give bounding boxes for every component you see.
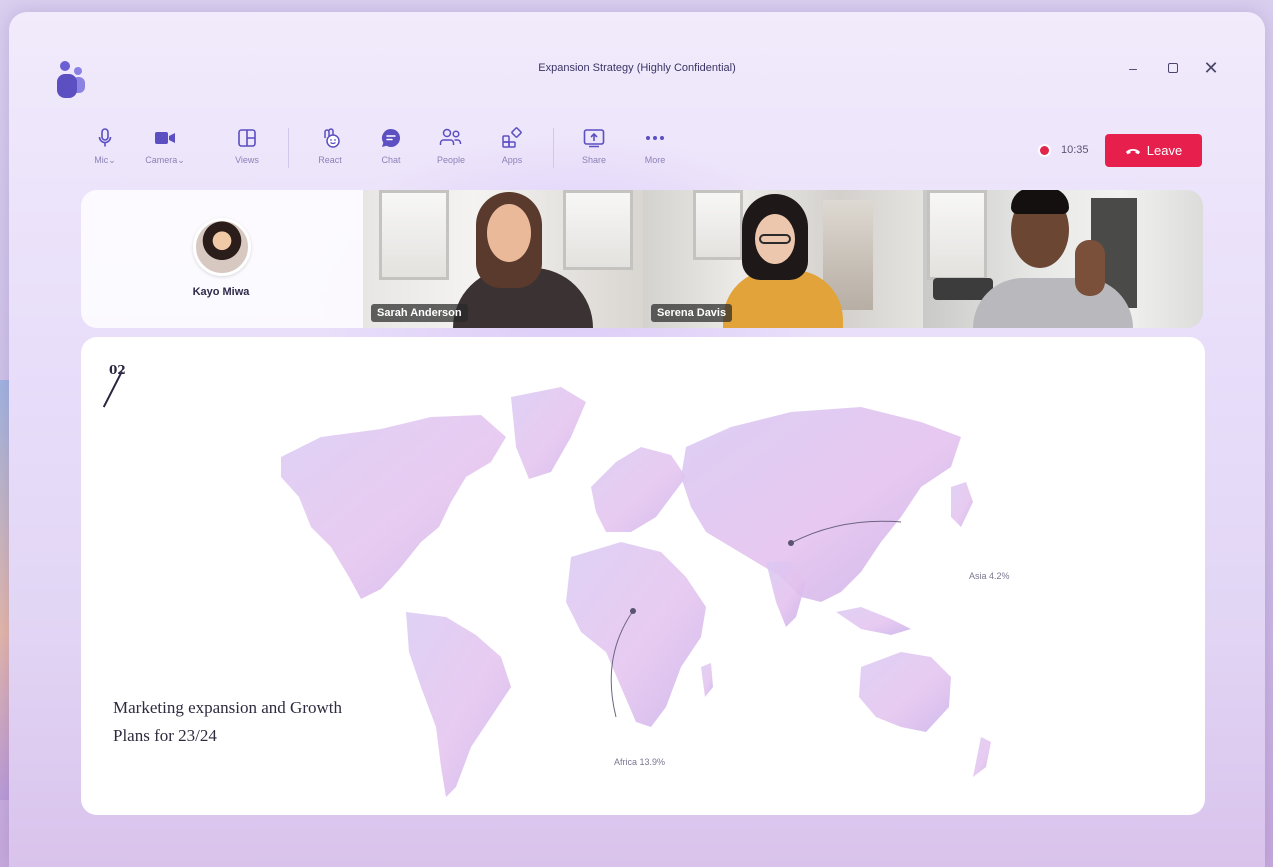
close-button[interactable]: ✕ [1198, 58, 1224, 78]
map-southeast-asia [836, 607, 911, 635]
react-button[interactable]: React [302, 126, 358, 165]
share-label: Share [581, 155, 607, 165]
chevron-down-icon: ⌄ [177, 155, 185, 165]
toolbar-divider [288, 128, 289, 168]
waving-hand-icon [1075, 240, 1105, 296]
minimize-button[interactable]: – [1120, 58, 1146, 78]
chat-label: Chat [381, 155, 401, 165]
leave-button[interactable]: Leave [1105, 134, 1202, 167]
self-participant-tile[interactable]: Kayo Miwa [81, 190, 371, 328]
africa-marker [630, 608, 636, 614]
meeting-timer: 10:35 [1061, 144, 1089, 156]
hang-up-icon [1125, 148, 1140, 154]
maximize-button[interactable] [1160, 58, 1186, 78]
meeting-window: Expansion Strategy (Highly Confidential)… [9, 12, 1265, 867]
views-icon [234, 126, 260, 150]
map-north-america [281, 415, 506, 599]
background-window [563, 190, 633, 270]
participant-body [973, 278, 1133, 328]
mic-button[interactable]: Mic⌄ [77, 126, 133, 166]
map-australia [859, 652, 951, 732]
views-label: Views [235, 155, 259, 165]
background-window [379, 190, 449, 280]
participant-name-tag: Sarah Anderson [371, 304, 468, 322]
camera-icon [152, 126, 178, 150]
map-japan [951, 482, 973, 527]
chat-icon [378, 126, 404, 150]
slide-number: 02 [109, 363, 126, 377]
more-button[interactable]: More [627, 126, 683, 165]
react-label: React [318, 155, 342, 165]
more-icon [642, 126, 668, 150]
asia-marker [788, 540, 794, 546]
react-icon [317, 126, 343, 150]
background-window [927, 190, 987, 280]
more-label: More [644, 155, 666, 165]
map-greenland [511, 387, 586, 479]
camera-button[interactable]: Camera⌄ [137, 126, 193, 166]
recording-indicator-icon [1040, 146, 1049, 155]
avatar [193, 218, 251, 276]
people-icon [438, 126, 464, 150]
chat-button[interactable]: Chat [363, 126, 419, 165]
glasses-icon [759, 234, 791, 244]
world-map [281, 387, 991, 797]
people-label: People [436, 155, 466, 165]
map-asia [681, 407, 961, 602]
self-participant-name: Kayo Miwa [192, 286, 250, 298]
apps-icon [499, 126, 525, 150]
apps-button[interactable]: Apps [484, 126, 540, 165]
people-button[interactable]: People [423, 126, 479, 165]
participant-hair [1011, 190, 1069, 214]
toolbar-divider [553, 128, 554, 168]
share-icon [581, 126, 607, 150]
slide-title: Marketing expansion and Growth Plans for… [113, 698, 342, 745]
participant-name-tag: Serena Davis [651, 304, 733, 322]
maximize-icon [1168, 63, 1178, 73]
asia-region-label: Asia 4.2% [969, 571, 1010, 581]
participant-face [487, 204, 531, 262]
share-button[interactable]: Share [566, 126, 622, 165]
background-window [693, 190, 743, 260]
participant-video-tile[interactable]: Sarah Anderson [363, 190, 643, 328]
camera-label: Camera [145, 155, 178, 165]
map-europe [591, 447, 686, 532]
views-button[interactable]: Views [219, 126, 275, 165]
map-south-america [406, 612, 511, 797]
apps-label: Apps [501, 155, 523, 165]
chevron-down-icon: ⌄ [108, 155, 116, 165]
map-new-zealand [973, 737, 991, 777]
shared-slide[interactable]: 02 Asia 4.2% Africa 13.9% Marketing expa… [81, 337, 1205, 815]
leave-label: Leave [1146, 143, 1183, 158]
mic-icon [92, 126, 118, 150]
mic-label: Mic [94, 155, 109, 165]
map-africa [566, 542, 706, 727]
africa-region-label: Africa 13.9% [614, 757, 666, 767]
participant-video-tile[interactable] [923, 190, 1203, 328]
participant-video-tile[interactable]: Serena Davis [643, 190, 923, 328]
window-title: Expansion Strategy (Highly Confidential) [538, 62, 736, 74]
map-madagascar [701, 663, 713, 697]
